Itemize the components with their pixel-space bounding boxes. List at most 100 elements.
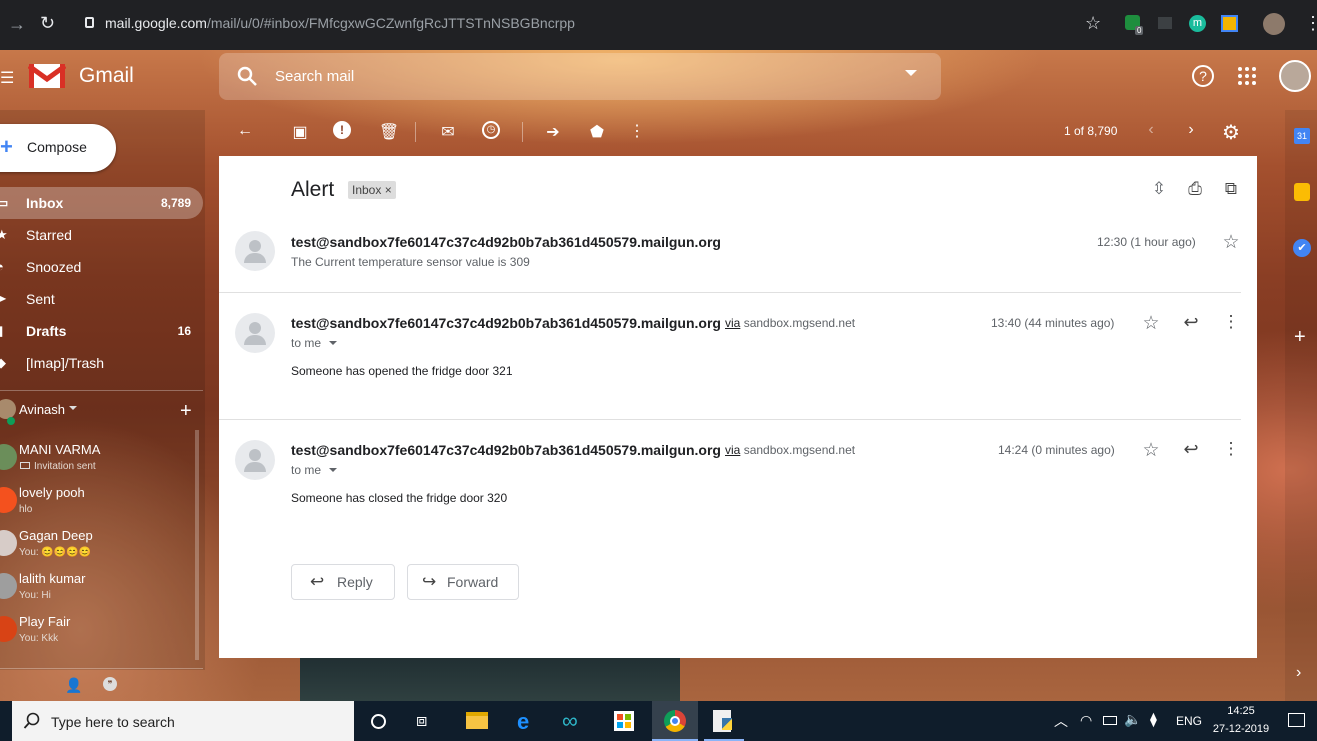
edge-browser-icon[interactable]: e — [517, 709, 529, 735]
online-status-icon — [7, 417, 15, 425]
clock-date[interactable]: 27-12-2019 — [1210, 723, 1272, 735]
sidebar-item-sent[interactable]: ➤ Sent — [0, 283, 203, 315]
tasks-icon[interactable]: ✔ — [1293, 239, 1311, 257]
message-body: Someone has closed the fridge door 320 — [291, 491, 508, 505]
profile-avatar[interactable] — [1263, 13, 1285, 35]
task-view-icon[interactable]: ⧈ — [416, 710, 427, 731]
contacts-person-icon[interactable]: 👤 — [65, 677, 82, 694]
url-text[interactable]: mail.google.com/mail/u/0/#inbox/FMfcgxwG… — [105, 15, 575, 31]
extension-icon[interactable] — [1158, 17, 1172, 29]
sidebar-item-snoozed[interactable]: ◔ Snoozed — [0, 251, 203, 283]
remove-label-icon[interactable]: × — [385, 183, 392, 197]
star-icon[interactable]: ☆ — [1140, 312, 1162, 335]
search-options-icon[interactable] — [905, 70, 917, 76]
more-options-icon[interactable]: ⋮ — [1220, 439, 1242, 459]
extension-m-icon[interactable]: m — [1189, 15, 1206, 32]
forward-button[interactable]: ↪ Forward — [407, 564, 519, 600]
sender-address[interactable]: test@sandbox7fe60147c37c4d92b0b7ab361d45… — [291, 234, 721, 250]
via-link[interactable]: via — [725, 443, 740, 457]
contact-name[interactable]: lovely pooh — [19, 485, 85, 500]
account-avatar[interactable] — [1279, 60, 1311, 92]
mark-unread-icon[interactable]: ✉ — [437, 122, 459, 142]
sender-address[interactable]: test@sandbox7fe60147c37c4d92b0b7ab361d45… — [291, 315, 721, 331]
sidebar-item-drafts[interactable]: ▮ Drafts 16 — [0, 315, 203, 347]
apps-grid-icon[interactable] — [1238, 67, 1256, 85]
sidebar-item-inbox[interactable]: ▭ Inbox 8,789 — [0, 187, 203, 219]
side-panel-toggle-icon[interactable]: › — [1296, 664, 1301, 682]
message-body: Someone has opened the fridge door 321 — [291, 364, 513, 378]
more-options-icon[interactable]: ⋮ — [626, 121, 648, 141]
sidebar-item-trash[interactable]: ◆ [Imap]/Trash — [0, 347, 203, 379]
newer-chevron-icon[interactable]: ‹ — [1140, 121, 1162, 139]
hangouts-user-name[interactable]: Avinash — [19, 402, 65, 417]
sidebar-item-label: Inbox — [26, 195, 64, 211]
label-tag-icon[interactable]: ⬟ — [586, 122, 608, 142]
sidebar-item-starred[interactable]: ★ Starred — [0, 219, 203, 251]
new-window-icon[interactable]: ⧉ — [1220, 179, 1242, 199]
browser-menu-icon[interactable]: ⋮ — [1304, 13, 1317, 34]
contact-status: You: Kkk — [19, 633, 59, 644]
reload-icon[interactable]: ↻ — [40, 13, 55, 34]
arduino-icon[interactable]: ∞ — [562, 708, 578, 734]
recipient-line[interactable]: to me — [291, 336, 321, 350]
star-icon[interactable]: ☆ — [1220, 231, 1242, 254]
sidebar-item-label: Drafts — [26, 323, 67, 339]
wifi-icon[interactable]: ◠ — [1080, 712, 1092, 729]
clock-time[interactable]: 14:25 — [1214, 705, 1268, 717]
url-host: mail.google.com — [105, 15, 207, 31]
contact-name[interactable]: MANI VARMA — [19, 442, 100, 457]
label-chip-text: Inbox — [352, 183, 382, 197]
delete-icon[interactable]: 🗑 — [378, 122, 400, 142]
dropbox-icon[interactable]: ⧫ — [1150, 711, 1157, 728]
notification-center-icon[interactable] — [1288, 713, 1305, 727]
show-details-chevron-icon[interactable] — [329, 468, 337, 472]
archive-icon[interactable]: ▣ — [289, 122, 311, 142]
back-arrow-icon[interactable]: ← — [234, 122, 256, 140]
hangouts-quote-icon[interactable]: ❞ — [103, 677, 117, 691]
forward-icon[interactable]: → — [8, 14, 26, 35]
reply-icon[interactable]: ↩ — [1180, 439, 1202, 460]
settings-gear-icon[interactable]: ⚙ — [1220, 120, 1242, 145]
battery-icon[interactable] — [1103, 716, 1117, 725]
hangouts-scrollbar[interactable] — [195, 430, 199, 660]
volume-icon[interactable]: 🔈 — [1124, 711, 1141, 728]
expand-all-icon[interactable]: ⇳ — [1148, 179, 1170, 199]
report-spam-icon[interactable]: ! — [333, 121, 351, 139]
calendar-icon[interactable]: 31 — [1294, 128, 1310, 144]
chevron-down-icon[interactable] — [69, 406, 77, 410]
sidebar-item-label: Snoozed — [26, 259, 82, 275]
bookmark-star-icon[interactable]: ☆ — [1085, 13, 1101, 34]
more-options-icon[interactable]: ⋮ — [1220, 312, 1242, 332]
taskbar-search-input[interactable]: Type here to search — [51, 714, 175, 730]
tray-chevron-up-icon[interactable]: ︿ — [1054, 711, 1068, 731]
new-conversation-plus-icon[interactable]: + — [180, 400, 192, 423]
language-indicator[interactable]: ENG — [1176, 714, 1202, 728]
help-icon[interactable]: ? — [1192, 65, 1214, 87]
sender-address[interactable]: test@sandbox7fe60147c37c4d92b0b7ab361d45… — [291, 442, 721, 458]
search-input[interactable]: Search mail — [275, 68, 354, 85]
move-to-icon[interactable]: ➔ — [542, 122, 564, 142]
search-icon[interactable] — [237, 66, 259, 88]
snooze-clock-icon[interactable]: ◷ — [482, 121, 500, 139]
show-details-chevron-icon[interactable] — [329, 341, 337, 345]
cortana-icon[interactable] — [371, 714, 386, 729]
file-explorer-icon[interactable] — [466, 712, 488, 729]
recipient-line[interactable]: to me — [291, 463, 321, 477]
via-link[interactable]: via — [725, 316, 740, 330]
extension-photo-icon[interactable] — [1221, 15, 1238, 32]
older-chevron-icon[interactable]: › — [1180, 121, 1202, 139]
contact-name[interactable]: Gagan Deep — [19, 528, 93, 543]
main-menu-icon[interactable]: ☰ — [0, 68, 14, 87]
print-icon[interactable]: ⎙ — [1184, 179, 1206, 199]
inbox-label-chip[interactable]: Inbox × — [348, 181, 396, 199]
message-snippet[interactable]: The Current temperature sensor value is … — [291, 255, 530, 269]
reply-button[interactable]: ↩ Reply — [291, 564, 395, 600]
add-on-plus-icon[interactable]: + — [1294, 326, 1306, 349]
contact-name[interactable]: Play Fair — [19, 614, 70, 629]
python-logo-icon — [722, 718, 732, 730]
reply-icon[interactable]: ↩ — [1180, 312, 1202, 333]
store-icon[interactable] — [614, 711, 634, 731]
star-icon[interactable]: ☆ — [1140, 439, 1162, 462]
contact-name[interactable]: lalith kumar — [19, 571, 85, 586]
keep-icon[interactable] — [1294, 183, 1310, 201]
